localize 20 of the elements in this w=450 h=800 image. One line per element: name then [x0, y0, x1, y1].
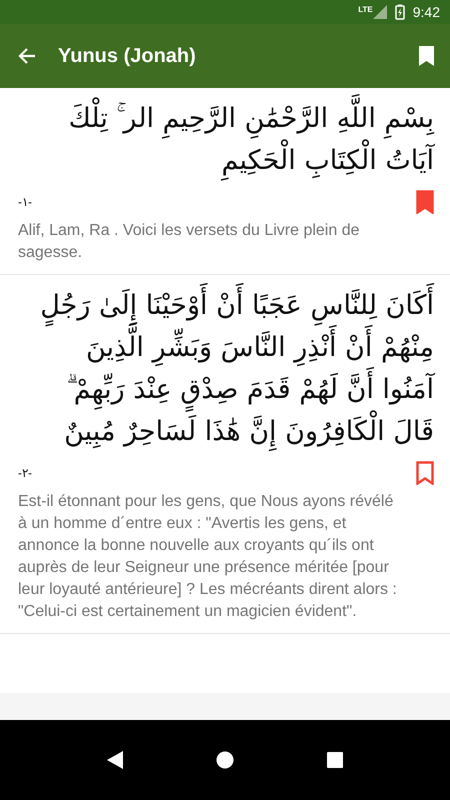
- signal-icon: [372, 5, 387, 19]
- home-icon[interactable]: [216, 751, 234, 769]
- back-arrow-icon: [18, 47, 36, 65]
- network-label: LTE: [358, 5, 373, 14]
- arabic-verse: أَكَانَ لِلنَّاسِ عَجَبًا أَنْ أَوْحَيْنَا إِلَىٰ رَجُلٍ مِنْهُمْ أَنْ أَنْذِرِ النَّاسَ وَبَشِّرِ الَّذِينَ آمَنُوا أَنَّ لَهُمْ قَدَمَ صِدْقٍ عِنْدَ رَبِّهِمْ ۗ قَالَ الْكَافِرُونَ إِنَّ هَٰذَا لَسَاحِرٌ مُبِينٌ: [18, 283, 434, 455]
- verse-translation: Alif, Lam, Ra . Voici les versets du Livre plein de sagesse.: [18, 221, 360, 263]
- clock-time: 9:42: [412, 4, 440, 20]
- bookmark-icon[interactable]: [416, 190, 434, 214]
- recents-icon[interactable]: [327, 752, 344, 768]
- verse-number: -١-: [18, 195, 32, 209]
- bookmark-icon: [419, 46, 434, 66]
- bookmark-button[interactable]: [419, 46, 434, 66]
- bookmark-icon[interactable]: [416, 461, 434, 485]
- battery-icon: [394, 4, 405, 20]
- verse-translation: Est-il étonnant pour les gens, que Nous ayons révélé à un homme d´entre eux : "Avertis les gens, et annonce la bonne nouvelle aux croyants qu´ils ont auprès de leur Seigneur une présence méritée [pour leur loyauté antérieure] ? Les mécréants dirent alors : "Celui-ci est certainement un magicien évident".: [18, 492, 398, 622]
- arabic-verse: بِسْمِ اللَّهِ الرَّحْمَٰنِ الرَّحِيمِ الر ۚ تِلْكَ آيَاتُ الْكِتَابِ الْحَكِيمِ: [18, 96, 434, 184]
- back-icon[interactable]: [106, 751, 123, 769]
- back-button[interactable]: [18, 47, 36, 65]
- verse-number: -٢-: [18, 466, 32, 480]
- screen-title: Yunus (Jonah): [58, 44, 197, 68]
